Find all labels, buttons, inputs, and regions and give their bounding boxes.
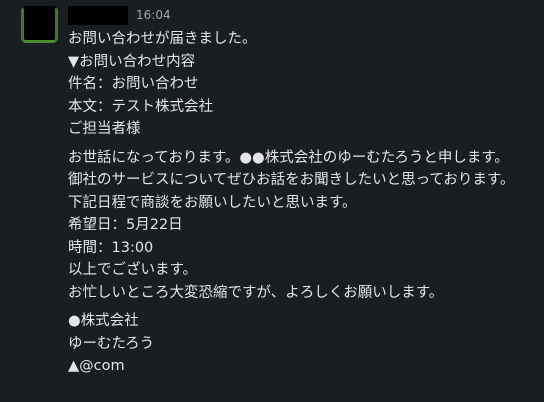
message-body: お問い合わせが届きました。 ▼お問い合わせ内容 件名：お問い合わせ 本文：テスト… <box>68 28 536 378</box>
sender-name-redacted[interactable] <box>68 5 128 25</box>
message-paragraph-signature: ●株式会社 ゆーむたろう ▲@com <box>68 310 536 378</box>
message-paragraph-intro: お問い合わせが届きました。 ▼お問い合わせ内容 件名：お問い合わせ 本文：テスト… <box>68 28 536 141</box>
message-line: 件名：お問い合わせ <box>68 76 199 92</box>
chat-message: 16:04 お問い合わせが届きました。 ▼お問い合わせ内容 件名：お問い合わせ … <box>0 0 544 402</box>
message-line: ●株式会社 <box>68 313 139 329</box>
message-line: 希望日：5月22日 <box>68 217 183 233</box>
message-header: 16:04 <box>68 5 171 25</box>
message-line: 以上でございます。 <box>68 262 198 278</box>
avatar[interactable] <box>21 6 58 43</box>
message-line: ゆーむたろう <box>68 335 155 352</box>
message-line: ご担当者様 <box>68 121 141 137</box>
message-line: 下記日程で商談をお願いしたいと思います。 <box>68 194 357 211</box>
message-line: ▼お問い合わせ内容 <box>68 53 196 70</box>
message-timestamp[interactable]: 16:04 <box>136 5 171 25</box>
message-line: お忙しいところ大変恐縮ですが、よろしくお願いします。 <box>68 284 444 301</box>
message-paragraph-main: お世話になっております。●●株式会社のゆーむたろうと申します。 御社のサービスに… <box>68 147 536 305</box>
message-line: 時間：13:00 <box>68 239 154 256</box>
message-line: お世話になっております。●●株式会社のゆーむたろうと申します。 <box>68 149 509 166</box>
message-line: 本文：テスト株式会社 <box>68 98 213 115</box>
message-line: 御社のサービスについてぜひお話をお聞きしたいと思っております。 <box>68 172 515 188</box>
message-line: ▲@com <box>68 358 125 374</box>
message-line: お問い合わせが届きました。 <box>68 31 257 47</box>
